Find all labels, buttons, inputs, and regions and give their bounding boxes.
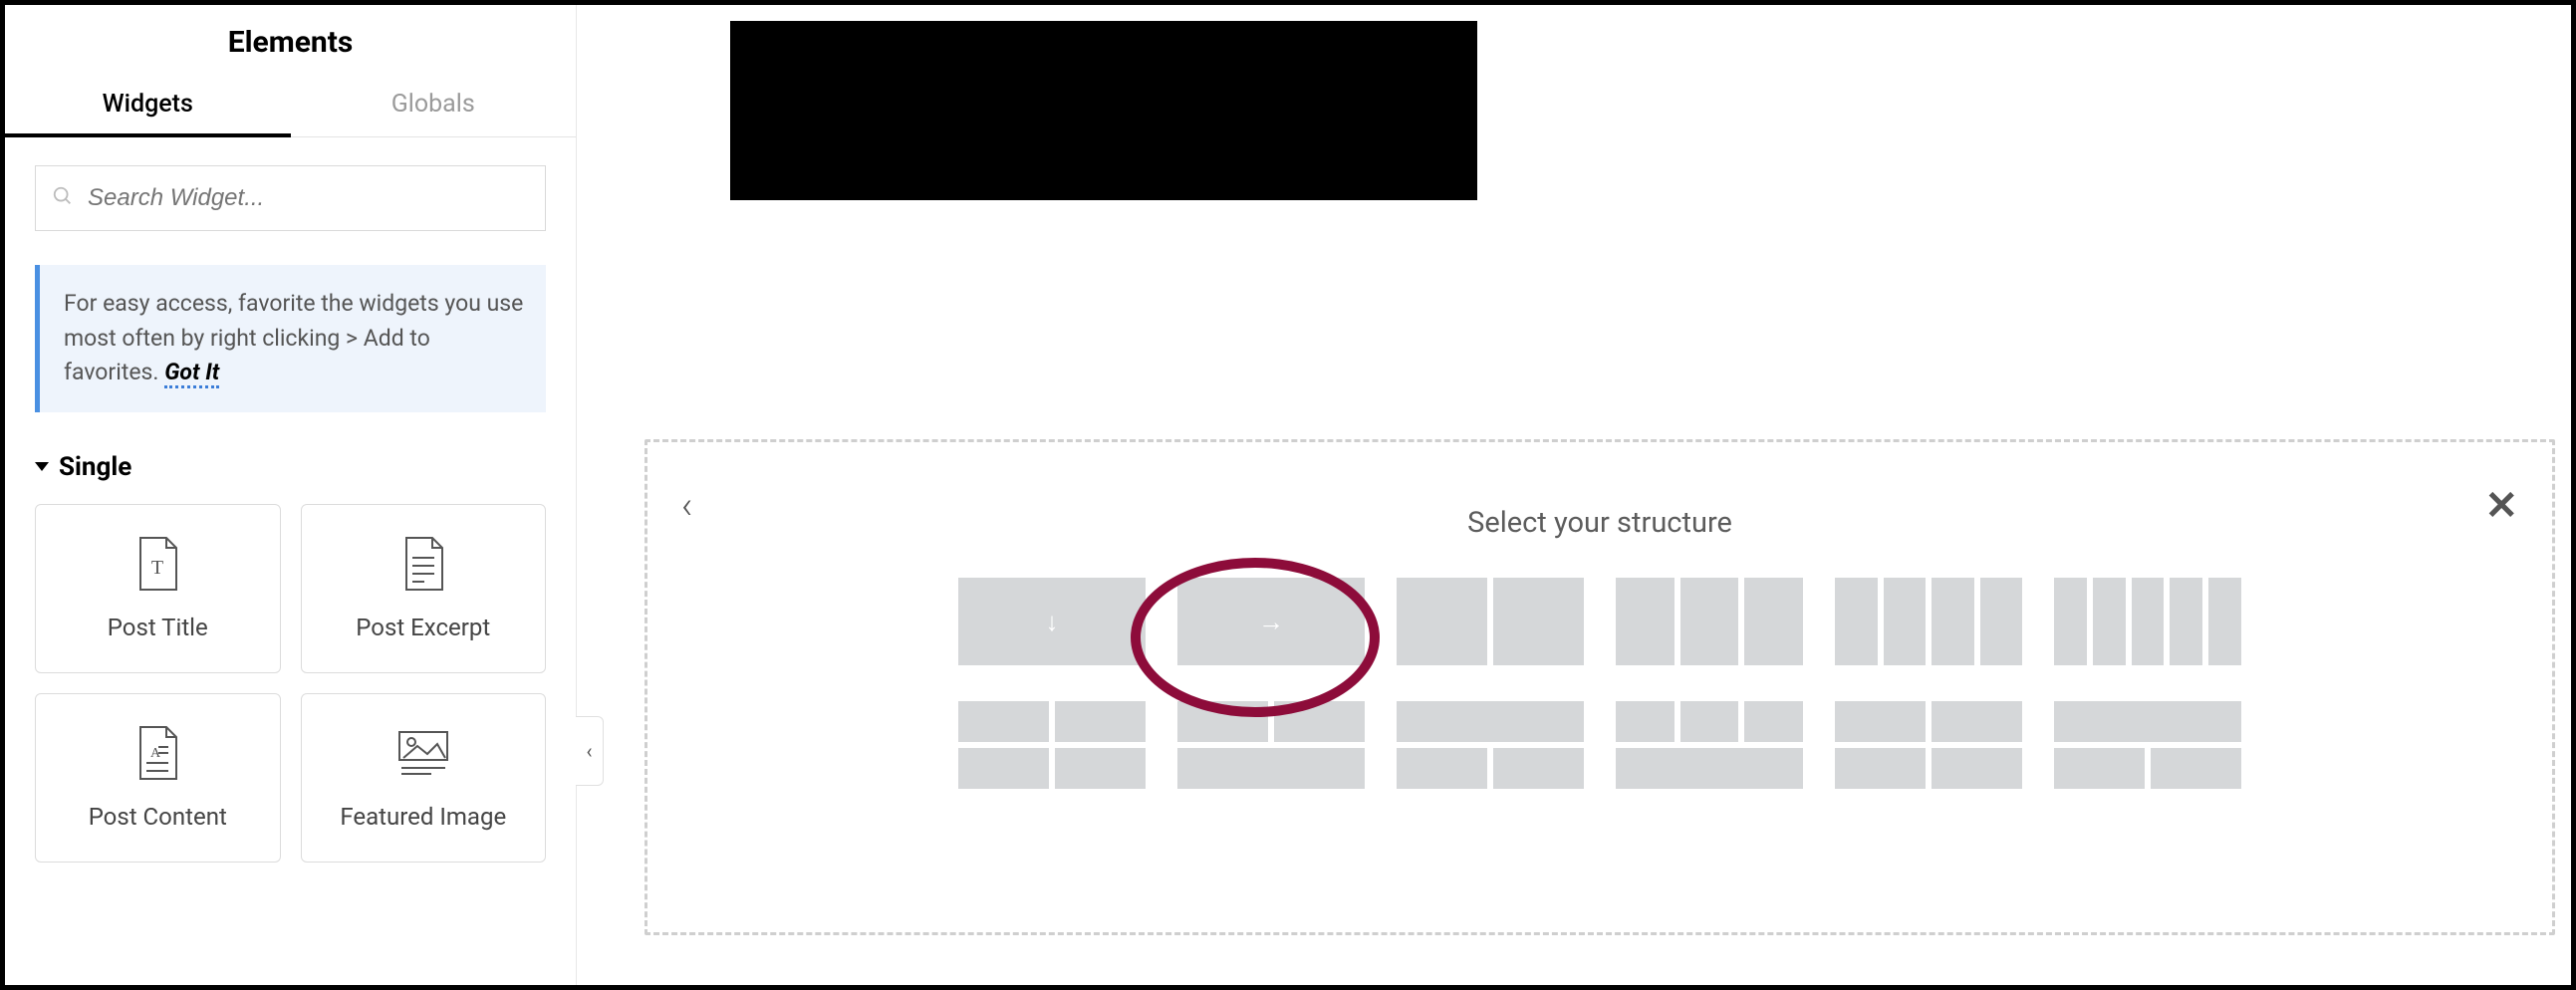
structure-2col[interactable] [1397,578,1584,665]
panel-title: Elements [5,5,576,74]
structure-4col[interactable] [1835,578,2022,665]
widget-featured-image[interactable]: Featured Image [301,693,547,863]
sidebar-tabs: Widgets Globals [5,74,576,137]
arrow-down-icon: ↓ [1046,607,1059,637]
structure-selector-panel: ‹ ✕ Select your structure ↓ → [644,439,2555,935]
tab-globals[interactable]: Globals [291,74,577,136]
structure-5col[interactable] [2054,578,2241,665]
tab-widgets-label: Widgets [103,90,193,119]
featured-image-icon [395,725,451,781]
search-input[interactable] [86,183,529,213]
content-block-placeholder [730,21,1477,200]
tab-globals-label: Globals [391,90,475,119]
structure-top-2-bottom-1[interactable] [1177,701,1365,789]
widget-post-title[interactable]: T Post Title [35,504,281,673]
got-it-link[interactable]: Got It [164,359,219,388]
search-icon [52,185,74,211]
structure-title: Select your structure [647,506,2552,540]
arrow-right-icon: → [1258,607,1284,637]
widgets-grid: T Post Title Post Excerpt [5,494,576,863]
svg-text:T: T [151,557,163,579]
widget-post-title-label: Post Title [108,614,208,641]
widget-post-content[interactable]: A Post Content [35,693,281,863]
widget-featured-image-label: Featured Image [340,803,506,831]
structure-1col-down[interactable]: ↓ [958,578,1146,665]
structure-2x2-b[interactable] [1835,701,2022,789]
structure-grid: ↓ → [958,578,2241,789]
elements-sidebar: Elements Widgets Globals For easy access… [5,5,577,985]
collapse-sidebar-handle[interactable]: ‹ [576,716,604,786]
editor-canvas: ‹ ✕ Select your structure ↓ → [603,5,2571,985]
favorites-tip-text: For easy access, favorite the widgets yo… [64,290,523,385]
post-title-icon: T [134,536,180,592]
structure-1top-2bottom[interactable] [2054,701,2241,789]
favorites-tip: For easy access, favorite the widgets yo… [35,265,546,412]
structure-1col-right[interactable]: → [1177,578,1365,665]
post-excerpt-icon [400,536,446,592]
widget-post-excerpt-label: Post Excerpt [356,614,490,641]
widget-post-content-label: Post Content [89,803,227,831]
structure-top-1-bottom-2[interactable] [1397,701,1584,789]
structure-3top-1bottom[interactable] [1616,701,1803,789]
widget-post-excerpt[interactable]: Post Excerpt [301,504,547,673]
section-single-label: Single [59,452,131,482]
post-content-icon: A [134,725,180,781]
structure-2x2-a[interactable] [958,701,1146,789]
structure-3col[interactable] [1616,578,1803,665]
tab-widgets[interactable]: Widgets [5,74,291,136]
section-single[interactable]: Single [5,412,576,494]
chevron-left-icon: ‹ [586,739,592,763]
search-widget-box[interactable] [35,165,546,231]
caret-down-icon [35,462,49,471]
